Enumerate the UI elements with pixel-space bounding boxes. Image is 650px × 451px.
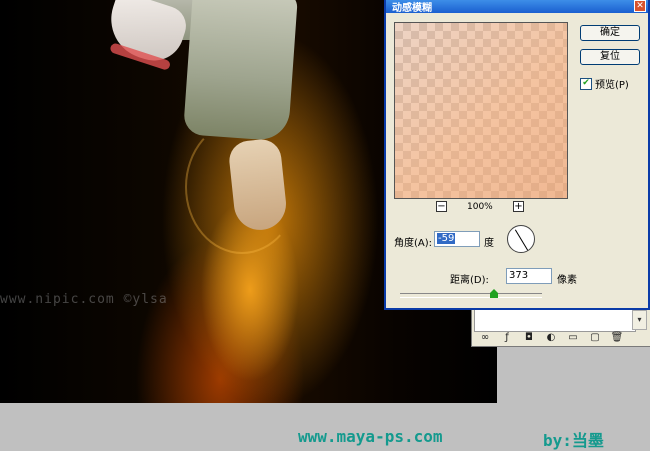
angle-dial[interactable] [507, 225, 535, 253]
reset-button[interactable]: 复位 [580, 49, 640, 65]
preview-label: 预览(P) [595, 80, 629, 91]
canvas-watermark: www.nipic.com ©ylsa [0, 292, 168, 307]
dialog-title: 动感模糊 [392, 3, 432, 14]
delete-layer-icon[interactable]: 🗑 [610, 332, 624, 344]
layers-scroll-down[interactable]: ▾ [632, 310, 647, 330]
zoom-value: 100% [467, 202, 493, 212]
angle-unit: 度 [484, 238, 494, 249]
dialog-titlebar[interactable]: 动感模糊 ✕ [386, 0, 648, 14]
close-icon[interactable]: ✕ [634, 0, 646, 12]
angle-dial-needle [514, 229, 529, 251]
angle-input[interactable]: -59 [434, 231, 480, 247]
author-credit: by:当墨 [543, 431, 604, 450]
distance-label: 距离(D): [450, 275, 489, 286]
layers-toolbar: ∞ ƒ ◘ ◐ ▭ ▢ 🗑 [478, 332, 624, 344]
ok-button[interactable]: 确定 [580, 25, 640, 41]
new-group-icon[interactable]: ▭ [566, 332, 580, 344]
preview-checkbox-row[interactable]: ✔ 预览(P) [580, 76, 629, 91]
zoom-out-button[interactable]: − [436, 201, 447, 212]
distance-slider-thumb[interactable] [490, 289, 498, 298]
distance-input[interactable]: 373 [506, 268, 552, 284]
zoom-controls: − 100% + [436, 201, 546, 215]
distance-unit: 像素 [557, 275, 577, 286]
layers-list[interactable] [474, 308, 636, 332]
layer-mask-icon[interactable]: ◘ [522, 332, 536, 344]
site-credit: www.maya-ps.com [298, 427, 443, 446]
preview-checkbox[interactable]: ✔ [580, 77, 592, 90]
link-layers-icon[interactable]: ∞ [478, 332, 492, 344]
layers-panel: ▾ ∞ ƒ ◘ ◐ ▭ ▢ 🗑 [471, 305, 650, 347]
layer-style-icon[interactable]: ƒ [500, 332, 514, 344]
preview-pane[interactable] [394, 22, 568, 199]
sneaker-shape-upper [100, 0, 192, 69]
angle-value: -59 [437, 233, 456, 244]
preview-image [395, 23, 567, 198]
distance-slider-track[interactable] [400, 293, 542, 298]
zoom-in-button[interactable]: + [513, 201, 524, 212]
new-layer-icon[interactable]: ▢ [588, 332, 602, 344]
motion-blur-dialog: 动感模糊 ✕ − 100% + 确定 复位 ✔ 预览(P) 角度(A): -59… [384, 0, 650, 310]
angle-label: 角度(A): [394, 238, 433, 249]
adjustment-layer-icon[interactable]: ◐ [544, 332, 558, 344]
